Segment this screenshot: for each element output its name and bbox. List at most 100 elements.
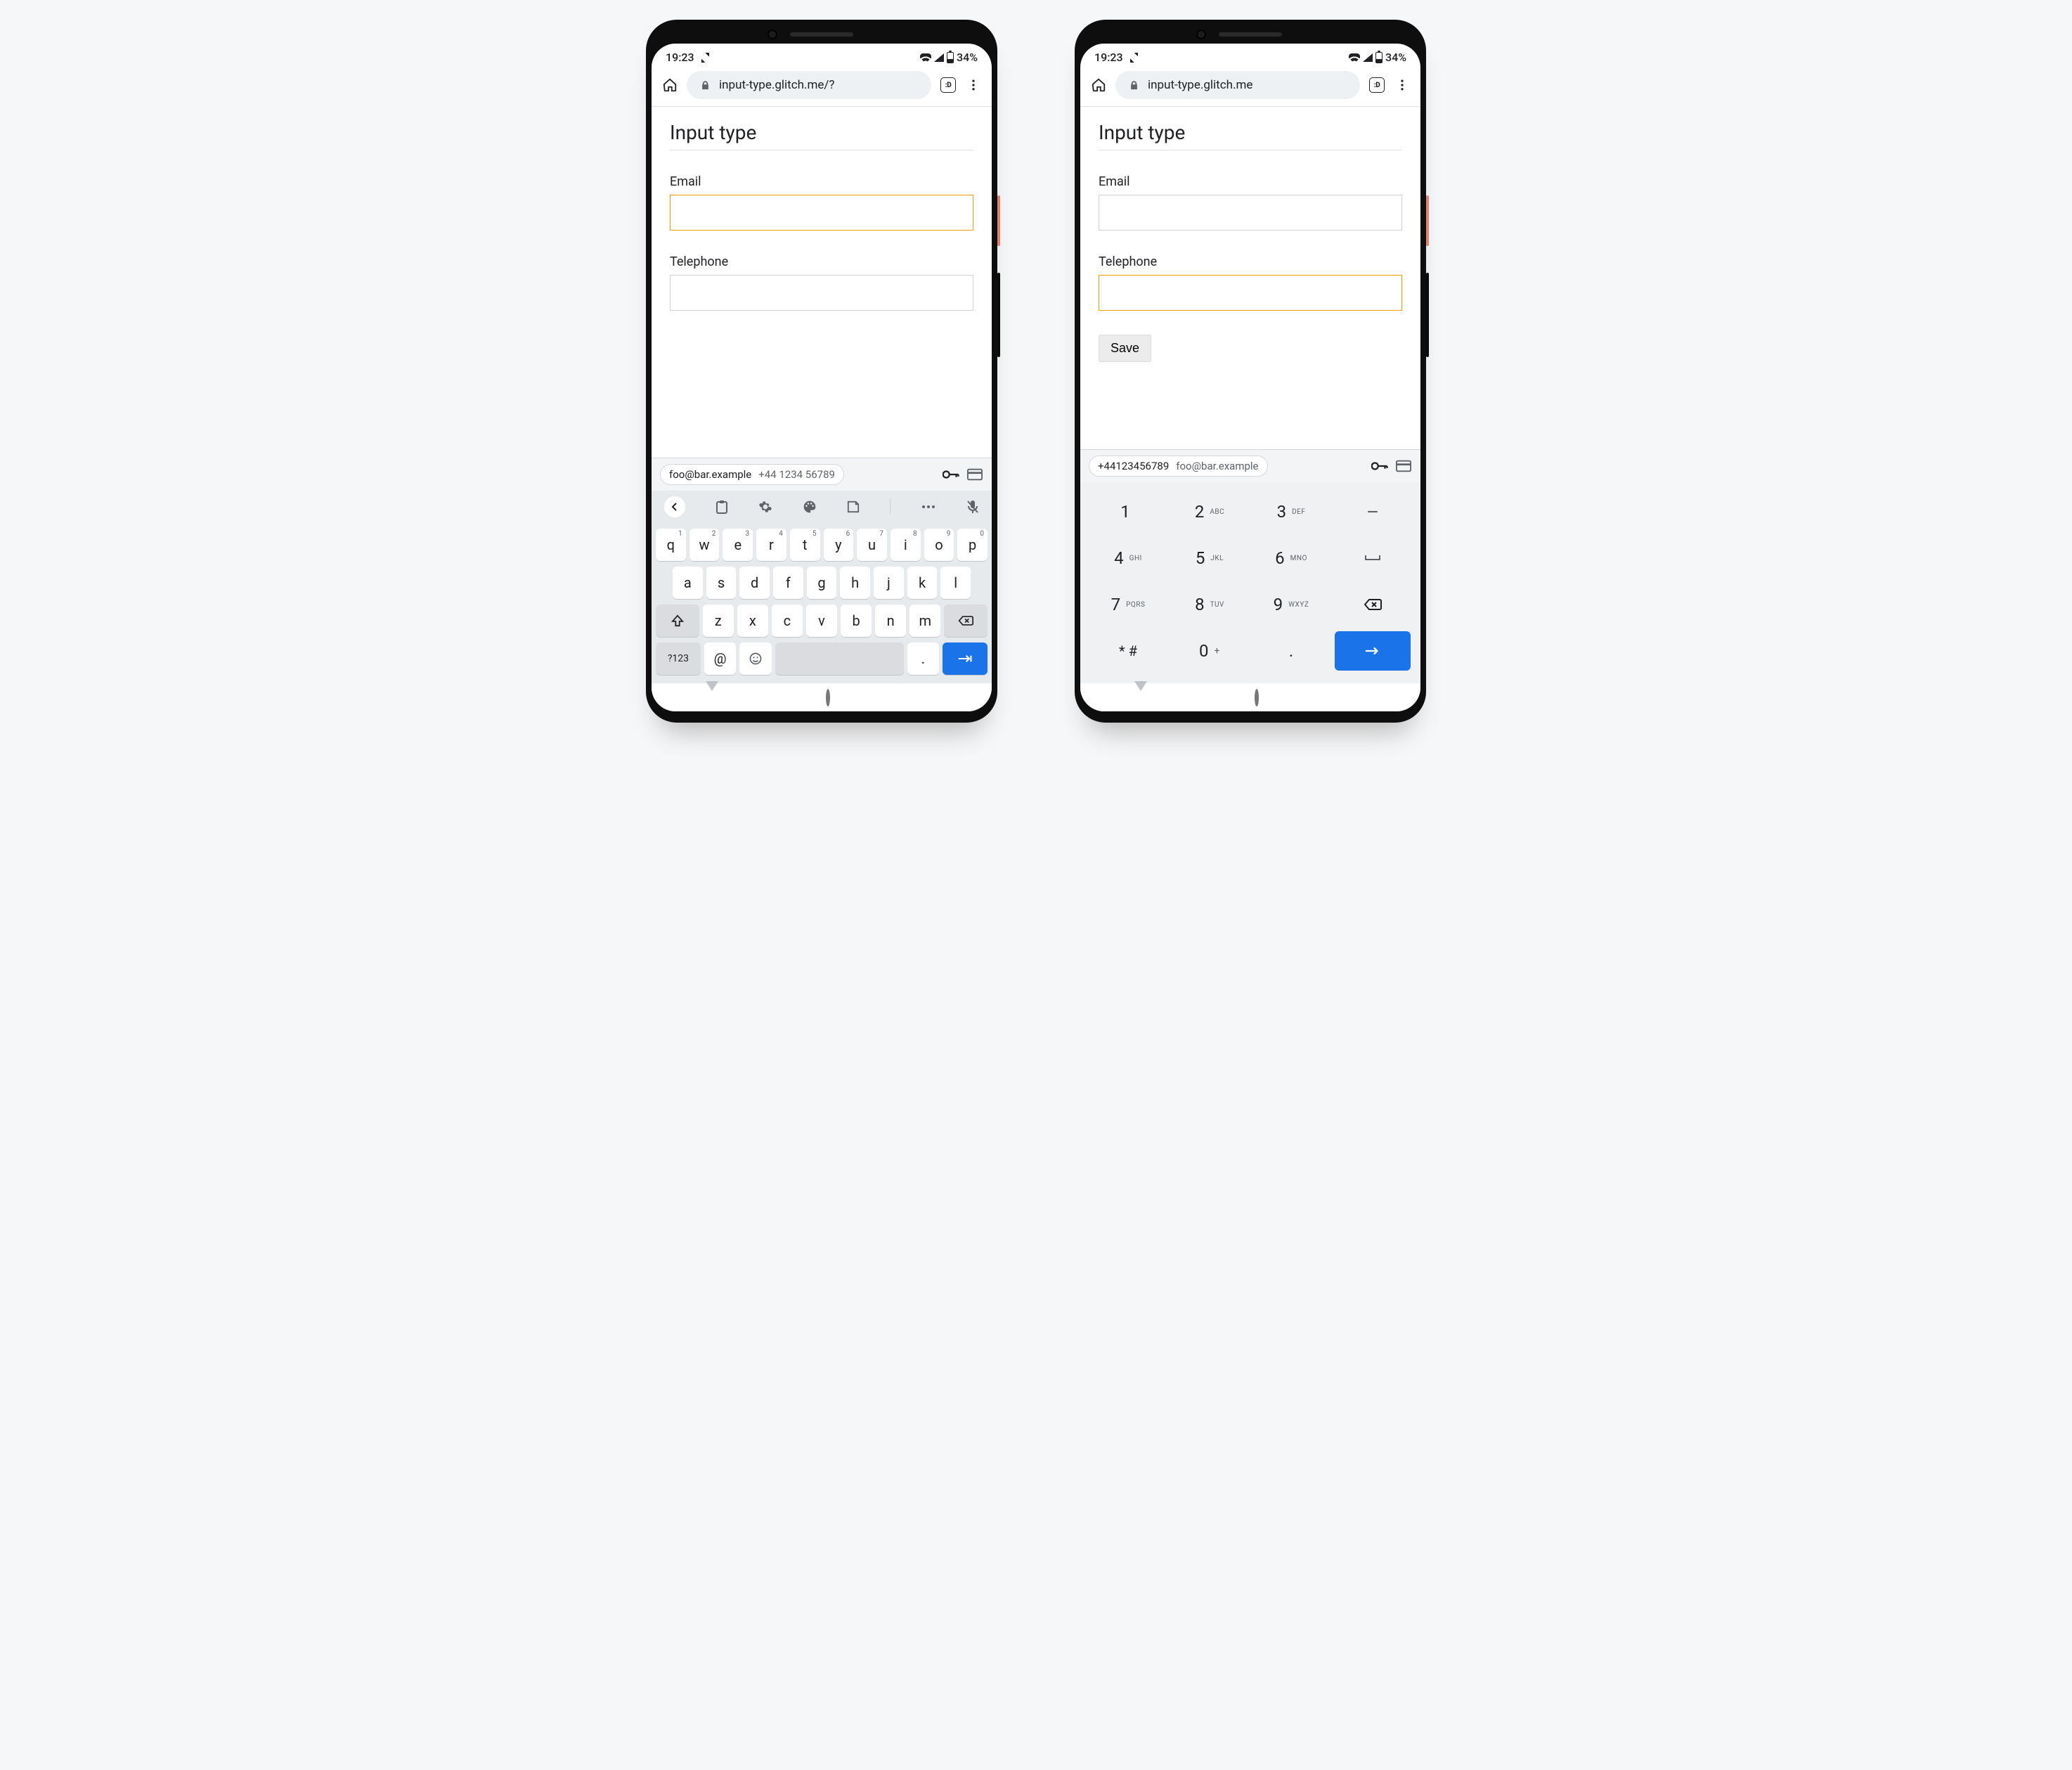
key-emoji[interactable]: [739, 642, 772, 675]
key-t[interactable]: t5: [790, 529, 820, 561]
address-bar[interactable]: input-type.glitch.me/?: [687, 71, 931, 99]
key-e[interactable]: e3: [723, 529, 753, 561]
key-3[interactable]: 3DEF: [1253, 492, 1329, 531]
key-minus[interactable]: –: [1335, 492, 1411, 531]
overflow-menu-icon[interactable]: [1394, 77, 1411, 93]
key-1[interactable]: 1: [1090, 492, 1166, 531]
palette-icon[interactable]: [803, 500, 817, 514]
more-icon[interactable]: [921, 504, 936, 510]
key-5[interactable]: 5JKL: [1172, 538, 1248, 578]
hourglass-icon: [1130, 53, 1138, 63]
key-shift[interactable]: [656, 605, 699, 637]
key-y[interactable]: y6: [824, 529, 854, 561]
telephone-input[interactable]: [1099, 275, 1402, 311]
key-0[interactable]: 0+: [1172, 631, 1248, 671]
phone-right: 19:23 34% input-type.: [1075, 20, 1426, 723]
page-title: Input type: [1099, 121, 1402, 150]
key-at[interactable]: @: [704, 642, 737, 675]
key-numpad-space[interactable]: [1335, 538, 1411, 578]
key-h[interactable]: h: [840, 567, 870, 599]
autofill-chip[interactable]: foo@bar.example +44 1234 56789: [660, 464, 844, 485]
numpad-row-2: 4GHI 5JKL 6MNO: [1090, 538, 1411, 578]
key-o[interactable]: o9: [924, 529, 954, 561]
email-input[interactable]: [670, 195, 973, 231]
key-star-hash[interactable]: * #: [1090, 631, 1166, 671]
key-r[interactable]: r4: [756, 529, 786, 561]
key-8[interactable]: 8TUV: [1172, 585, 1248, 624]
status-bar: 19:23 34%: [1080, 44, 1420, 67]
mic-off-icon[interactable]: [966, 500, 979, 514]
clipboard-icon[interactable]: [716, 500, 728, 514]
key-q[interactable]: q1: [656, 529, 686, 561]
password-key-icon[interactable]: [1371, 458, 1388, 474]
key-z[interactable]: z: [703, 605, 734, 637]
keyboard-numpad: +44123456789 foo@bar.example 1 2ABC: [1080, 449, 1420, 683]
autofill-email: foo@bar.example: [1176, 460, 1258, 472]
key-symbols[interactable]: ?123: [656, 642, 701, 675]
wifi-icon: [920, 53, 931, 62]
key-c[interactable]: c: [772, 605, 803, 637]
key-j[interactable]: j: [874, 567, 904, 599]
lock-icon: [1125, 77, 1142, 93]
email-input[interactable]: [1099, 195, 1402, 231]
cell-signal-icon: [1363, 53, 1373, 62]
key-d[interactable]: d: [739, 567, 770, 599]
key-numpad-backspace[interactable]: [1335, 585, 1411, 624]
key-k[interactable]: k: [907, 567, 938, 599]
tabs-button[interactable]: :D: [1368, 77, 1385, 93]
key-period[interactable]: .: [907, 642, 940, 675]
key-b[interactable]: b: [841, 605, 872, 637]
tabs-button[interactable]: :D: [940, 77, 957, 93]
telephone-input[interactable]: [670, 275, 973, 311]
gear-icon[interactable]: [758, 500, 772, 514]
nav-back-icon[interactable]: [1134, 691, 1147, 704]
home-icon[interactable]: [1090, 77, 1107, 93]
system-navbar: [652, 683, 992, 711]
key-g[interactable]: g: [807, 567, 837, 599]
key-p[interactable]: p0: [957, 529, 988, 561]
key-9[interactable]: 9WXYZ: [1253, 585, 1329, 624]
key-next[interactable]: [943, 642, 988, 675]
payment-card-icon[interactable]: [1395, 458, 1412, 474]
save-button[interactable]: Save: [1099, 335, 1151, 362]
sticker-icon[interactable]: [847, 500, 860, 513]
key-l[interactable]: l: [940, 567, 971, 599]
home-icon[interactable]: [661, 77, 678, 93]
kb-back-icon[interactable]: [664, 496, 685, 517]
key-w[interactable]: w2: [689, 529, 720, 561]
key-s[interactable]: s: [706, 567, 737, 599]
key-7[interactable]: 7PQRS: [1090, 585, 1166, 624]
key-numpad-period[interactable]: .: [1253, 631, 1329, 671]
screen-left: 19:23 34% input-type.: [652, 44, 992, 711]
kb-row-4: ?123 @ .: [656, 642, 988, 675]
browser-toolbar: input-type.glitch.me :D: [1080, 67, 1420, 106]
kb-row-2: a s d f g h j k l: [656, 567, 988, 599]
nav-home-icon[interactable]: [1255, 691, 1259, 704]
key-backspace[interactable]: [944, 605, 988, 637]
field-telephone: Telephone: [670, 254, 973, 311]
cell-signal-icon: [934, 53, 944, 62]
key-4[interactable]: 4GHI: [1090, 538, 1166, 578]
hourglass-icon: [701, 53, 709, 63]
password-key-icon[interactable]: [943, 466, 959, 483]
key-6[interactable]: 6MNO: [1253, 538, 1329, 578]
key-u[interactable]: u7: [857, 529, 887, 561]
key-space[interactable]: [775, 642, 903, 675]
autofill-chip[interactable]: +44123456789 foo@bar.example: [1089, 456, 1268, 477]
payment-card-icon[interactable]: [966, 466, 983, 483]
overflow-menu-icon[interactable]: [965, 77, 982, 93]
key-2[interactable]: 2ABC: [1172, 492, 1248, 531]
address-bar[interactable]: input-type.glitch.me: [1115, 71, 1360, 99]
key-i[interactable]: i8: [891, 529, 921, 561]
nav-home-icon[interactable]: [826, 691, 830, 704]
key-m[interactable]: m: [909, 605, 940, 637]
key-a[interactable]: a: [673, 567, 703, 599]
key-x[interactable]: x: [737, 605, 768, 637]
key-n[interactable]: n: [875, 605, 906, 637]
numpad-row-4: * # 0+ .: [1090, 631, 1411, 671]
page-content: Input type Email Telephone: [652, 107, 992, 458]
key-f[interactable]: f: [773, 567, 803, 599]
nav-back-icon[interactable]: [706, 691, 718, 704]
key-numpad-next[interactable]: [1335, 631, 1411, 671]
key-v[interactable]: v: [806, 605, 837, 637]
